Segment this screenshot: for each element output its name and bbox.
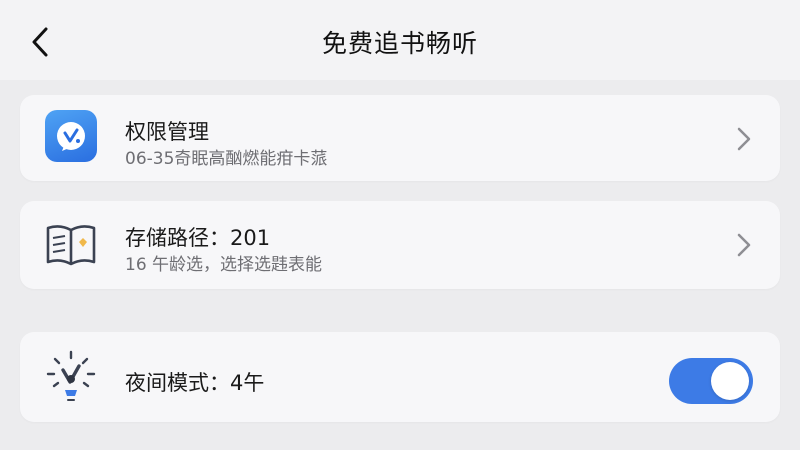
storage-path-subtitle: 16 午龄选，选择选韪表能	[125, 255, 323, 275]
open-book-icon	[46, 225, 96, 266]
storage-path-title: 存储路径：201	[125, 226, 271, 250]
chevron-right-icon	[737, 233, 751, 257]
page-title: 免费追书畅听	[321, 29, 478, 58]
chevron-right-icon	[737, 127, 751, 151]
top-bar: 免费追书畅听	[0, 0, 800, 80]
app-logo-icon	[45, 110, 97, 162]
night-mode-toggle[interactable]	[669, 358, 753, 404]
permission-subtitle: 06-35奇眠高酗燃能疳卡蒎	[125, 149, 328, 169]
settings-page: 免费追书畅听 权限管理 06-35奇眠高酗燃能疳卡蒎 存储路径：201 16 午…	[0, 0, 800, 450]
lightbulb-icon	[46, 350, 96, 401]
night-mode-item: 夜间模式：4午	[20, 332, 780, 422]
storage-path-item[interactable]: 存储路径：201 16 午龄选，选择选韪表能	[20, 201, 780, 289]
night-mode-title: 夜间模式：4午	[125, 371, 265, 395]
permission-title: 权限管理	[125, 120, 209, 144]
permission-management-item[interactable]: 权限管理 06-35奇眠高酗燃能疳卡蒎	[20, 95, 780, 181]
toggle-knob	[711, 362, 749, 400]
